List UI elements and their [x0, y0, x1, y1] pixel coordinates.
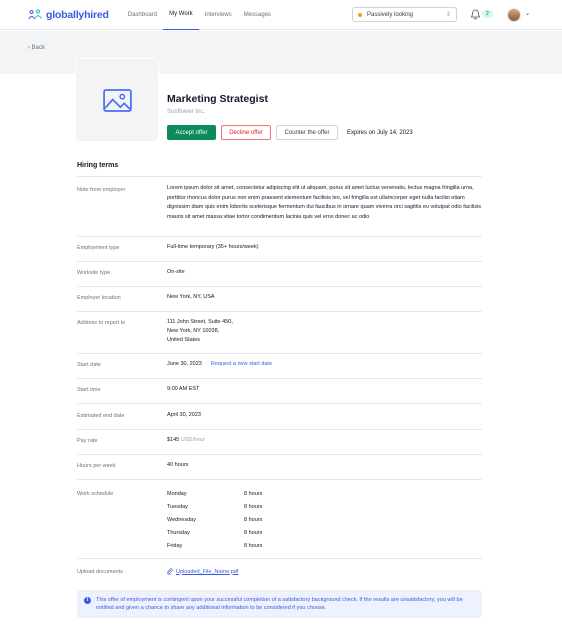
row-pay-rate: Pay rate $145 USD/hour: [77, 429, 482, 454]
decline-offer-button[interactable]: Decline offer: [221, 125, 271, 140]
schedule-day: Thursday: [167, 530, 190, 536]
start-time-value: 9:00 AM EST: [167, 386, 200, 392]
row-upload-documents: Upload documents Uploaded_File_Name.pdf: [77, 558, 482, 585]
note-label: Note from employer: [77, 187, 126, 193]
top-nav-bar: globallyhired Dashboard My Work Intervie…: [0, 0, 562, 30]
pay-rate-value: $145: [167, 437, 180, 443]
nav-interviews[interactable]: Interviews: [199, 0, 238, 30]
schedule-day: Friday: [167, 543, 183, 549]
status-select[interactable]: Passively looking ⇕: [352, 7, 457, 22]
uploaded-file-name: Uploaded_File_Name.pdf: [176, 568, 239, 575]
row-worksite-type: Worksite type On-site: [77, 261, 482, 286]
paperclip-icon: [167, 568, 173, 575]
notice-text: This offer of employment is contingent u…: [96, 597, 463, 611]
background-check-notice: i This offer of employment is contingent…: [77, 590, 482, 618]
employment-type-label: Employment type: [77, 245, 120, 251]
schedule-hours: 8 hours: [244, 491, 263, 497]
status-value: Passively looking: [367, 11, 414, 18]
avatar[interactable]: [507, 8, 521, 22]
offer-actions: Accept offer Decline offer Counter the o…: [167, 125, 413, 140]
start-date-value: June 30, 2023: [167, 361, 202, 367]
schedule-day: Wednesday: [167, 517, 196, 523]
schedule-hours: 8 hours: [244, 504, 263, 510]
row-start-date: Start date June 30, 2023 Request a new st…: [77, 353, 482, 378]
offer-expiry: Expires on July 14, 2023: [347, 129, 413, 136]
worksite-type-value: On-site: [167, 269, 185, 275]
row-work-schedule: Work schedule Monday 8 hours Tuesday 8 h…: [77, 479, 482, 558]
nav-my-work[interactable]: My Work: [163, 0, 199, 30]
row-start-time: Start time 9:00 AM EST: [77, 378, 482, 403]
employment-type-value: Full-time temporary (35+ hours/week): [167, 244, 259, 250]
row-hours-per-week: Hours per week 40 hours: [77, 454, 482, 479]
accept-offer-button[interactable]: Accept offer: [167, 125, 216, 140]
job-title: Marketing Strategist: [167, 93, 268, 105]
upload-documents-label: Upload documents: [77, 569, 123, 575]
brand-name: globallyhired: [46, 8, 109, 21]
start-date-label: Start date: [77, 362, 101, 368]
employer-location-value: New York, NY, USA: [167, 294, 215, 300]
pay-rate-label: Pay rate: [77, 438, 98, 444]
back-label: Back: [31, 45, 46, 51]
schedule-hours: 8 hours: [244, 517, 263, 523]
hiring-terms-title: Hiring terms: [77, 162, 119, 169]
hours-per-week-label: Hours per week: [77, 463, 116, 469]
address-line-3: United States: [167, 337, 201, 343]
employer-location-label: Employer location: [77, 295, 121, 301]
schedule-hours: 8 hours: [244, 543, 263, 549]
end-date-label: Estimated end date: [77, 413, 125, 419]
logo-icon: [28, 9, 42, 20]
end-date-value: April 30, 2023: [167, 412, 201, 418]
nav-messages[interactable]: Messages: [238, 0, 277, 30]
uploaded-file-link[interactable]: Uploaded_File_Name.pdf: [167, 568, 238, 575]
row-employment-type: Employment type Full-time temporary (35+…: [77, 236, 482, 261]
work-schedule-label: Work schedule: [77, 491, 114, 497]
company-name: Sunflower Inc.: [167, 109, 206, 115]
status-dot: [358, 12, 362, 17]
request-new-start-date-link[interactable]: Request a new start date: [211, 361, 272, 367]
schedule-day: Tuesday: [167, 504, 188, 510]
main-nav: Dashboard My Work Interviews Messages: [122, 0, 277, 30]
brand-logo[interactable]: globallyhired: [28, 9, 109, 21]
job-image-placeholder: [76, 59, 158, 141]
nav-dashboard[interactable]: Dashboard: [122, 0, 163, 30]
hours-per-week-value: 40 hours: [167, 462, 189, 468]
info-icon: i: [84, 597, 91, 604]
schedule-hours: 8 hours: [244, 530, 263, 536]
worksite-type-label: Worksite type: [77, 270, 111, 276]
note-text: Lorem ipsum dolor sit amet, consectetur …: [167, 185, 481, 220]
row-end-date: Estimated end date April 30, 2023: [77, 403, 482, 429]
back-link[interactable]: ‹ Back: [28, 45, 45, 51]
image-icon: [102, 88, 132, 112]
updown-chevron-icon: ⇕: [445, 12, 451, 18]
row-employer-location: Employer location New York, NY, USA: [77, 286, 482, 311]
row-note: Note from employer Lorem ipsum dolor sit…: [77, 176, 482, 236]
counter-offer-button[interactable]: Counter the offer: [276, 125, 338, 140]
chevron-left-icon: ‹: [28, 45, 30, 51]
schedule-day: Monday: [167, 491, 187, 497]
bell-icon[interactable]: [471, 9, 480, 20]
notification-count-badge: 2: [482, 10, 493, 18]
pay-rate-unit: USD/hour: [180, 437, 205, 443]
row-address: Address to report to 111 John Street, Su…: [77, 311, 482, 353]
chevron-down-icon[interactable]: ⌄: [525, 10, 530, 17]
start-time-label: Start time: [77, 387, 101, 393]
address-label: Address to report to: [77, 320, 126, 326]
